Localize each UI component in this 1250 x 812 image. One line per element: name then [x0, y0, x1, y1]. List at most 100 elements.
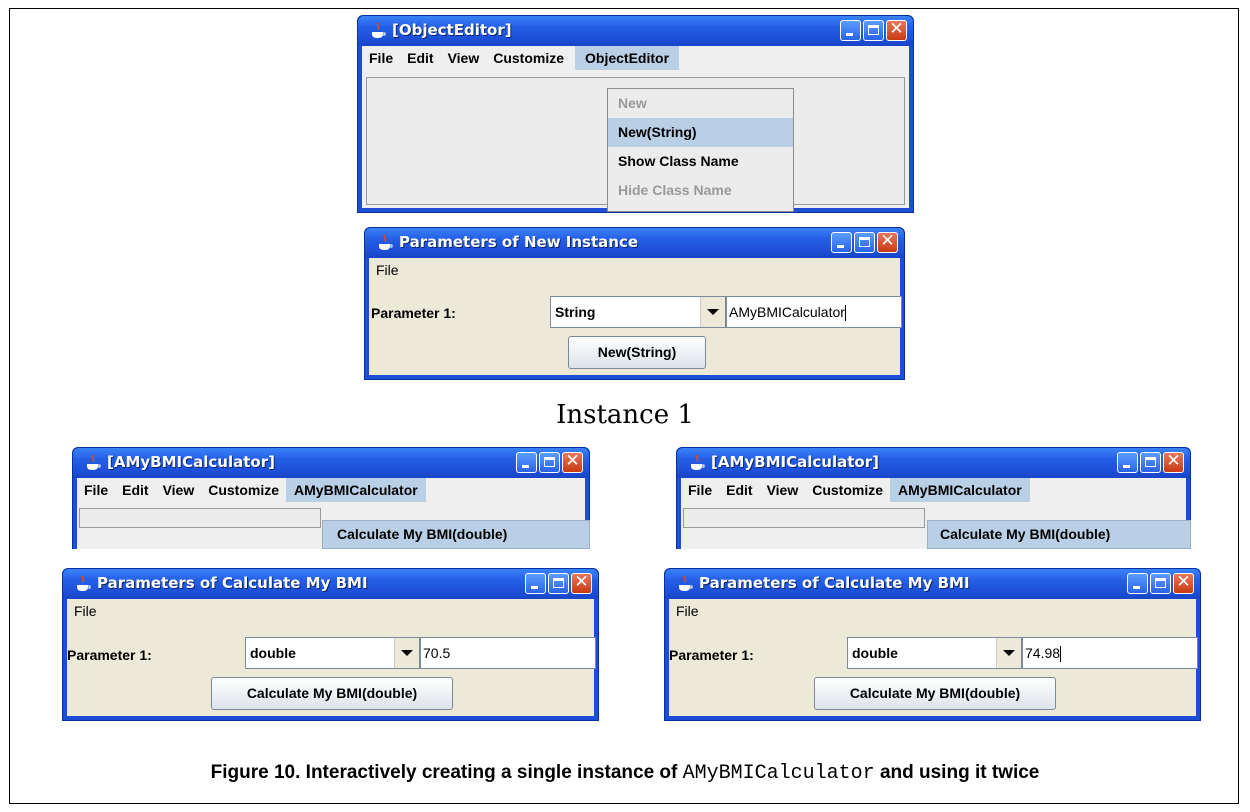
calculate-bmi-button[interactable]: Calculate My BMI(double) [814, 677, 1056, 710]
title-bar[interactable]: Parameters of Calculate My BMI ✕ [665, 569, 1200, 599]
title-bar[interactable]: [ObjectEditor] ✕ [358, 16, 913, 46]
parameter-input[interactable]: 70.5 [420, 637, 596, 669]
menu-bar: File Edit View Customize AMyBMICalculato… [681, 478, 1186, 502]
menu-view[interactable]: View [156, 478, 202, 502]
parameter-input-value: 70.5 [423, 645, 451, 661]
menu-file[interactable]: File [369, 258, 406, 282]
minimize-icon[interactable] [1117, 452, 1138, 473]
parameter-input[interactable]: 74.98 [1022, 637, 1198, 669]
window-title: Parameters of New Instance [399, 233, 639, 251]
title-bar[interactable]: [AMyBMICalculator] ✕ [73, 448, 589, 478]
calculate-bmi-button[interactable]: Calculate My BMI(double) [211, 677, 453, 710]
menu-bar: File Edit View Customize ObjectEditor [362, 46, 909, 70]
maximize-icon[interactable] [539, 452, 560, 473]
menu-file[interactable]: File [681, 478, 719, 502]
amybmicalculator-dropdown: Calculate My BMI(double) [927, 520, 1191, 549]
figure-caption-prefix: Figure 10. Interactively creating a sing… [210, 762, 683, 783]
menu-file[interactable]: File [67, 599, 104, 623]
window-title: Parameters of Calculate My BMI [97, 574, 368, 592]
close-icon[interactable]: ✕ [877, 231, 898, 253]
maximize-icon[interactable] [548, 573, 569, 594]
java-cup-icon [372, 22, 386, 38]
content-panel [79, 508, 321, 528]
title-bar[interactable]: [AMyBMICalculator] ✕ [677, 448, 1190, 478]
menu-file[interactable]: File [669, 599, 706, 623]
java-cup-icon [679, 575, 693, 591]
dropdown-arrow-icon[interactable] [700, 297, 725, 327]
menu-amybmicalculator[interactable]: AMyBMICalculator [286, 478, 426, 502]
menu-bar: File [67, 599, 594, 623]
type-combobox[interactable]: double [847, 637, 1022, 669]
maximize-icon[interactable] [854, 232, 875, 253]
menu-item-new[interactable]: New [608, 89, 793, 118]
dropdown-arrow-icon[interactable] [394, 638, 419, 668]
java-cup-icon [87, 454, 101, 470]
content-panel [683, 508, 925, 528]
close-icon[interactable]: ✕ [1173, 572, 1194, 594]
title-bar[interactable]: Parameters of Calculate My BMI ✕ [63, 569, 598, 599]
menu-file[interactable]: File [362, 46, 400, 70]
menu-item-calculate-my-bmi[interactable]: Calculate My BMI(double) [928, 521, 1190, 548]
type-combobox[interactable]: double [245, 637, 420, 669]
menu-view[interactable]: View [760, 478, 806, 502]
maximize-icon[interactable] [1140, 452, 1161, 473]
type-value: String [555, 304, 596, 320]
figure-caption-suffix: and using it twice [874, 762, 1040, 783]
minimize-icon[interactable] [831, 232, 852, 253]
instance-label: Instance 1 [556, 400, 694, 430]
java-cup-icon [77, 575, 91, 591]
close-icon[interactable]: ✕ [571, 572, 592, 594]
java-cup-icon [691, 454, 705, 470]
new-instance-window: Parameters of New Instance ✕ File Parame… [364, 227, 905, 380]
window-title: [AMyBMICalculator] [107, 453, 275, 471]
minimize-icon[interactable] [840, 20, 861, 41]
menu-edit[interactable]: Edit [400, 46, 440, 70]
java-cup-icon [379, 234, 393, 250]
maximize-icon[interactable] [1150, 573, 1171, 594]
maximize-icon[interactable] [863, 20, 884, 41]
object-editor-window: [ObjectEditor] ✕ File Edit View Customiz… [357, 15, 914, 213]
bmi-calculator-window-left: [AMyBMICalculator] ✕ File Edit View Cust… [72, 447, 590, 549]
dropdown-arrow-icon[interactable] [996, 638, 1021, 668]
menu-objecteditor[interactable]: ObjectEditor [575, 46, 680, 70]
window-title: Parameters of Calculate My BMI [699, 574, 970, 592]
title-bar[interactable]: Parameters of New Instance ✕ [365, 228, 904, 258]
parameter-label: Parameter 1: [669, 647, 754, 663]
close-icon[interactable]: ✕ [886, 19, 907, 41]
menu-item-hide-class-name[interactable]: Hide Class Name [608, 176, 793, 205]
menu-customize[interactable]: Customize [486, 46, 571, 70]
amybmicalculator-dropdown: Calculate My BMI(double) [322, 520, 590, 549]
parameter-input-value: 74.98 [1025, 645, 1061, 661]
menu-bar: File [669, 599, 1196, 623]
menu-item-new-string[interactable]: New(String) [608, 118, 793, 147]
menu-file[interactable]: File [77, 478, 115, 502]
type-combobox[interactable]: String [550, 296, 726, 328]
window-title: [AMyBMICalculator] [711, 453, 879, 471]
menu-item-calculate-my-bmi[interactable]: Calculate My BMI(double) [323, 521, 589, 548]
calculate-bmi-params-window-left: Parameters of Calculate My BMI ✕ File Pa… [62, 568, 599, 721]
parameter-label: Parameter 1: [371, 305, 456, 321]
window-title: [ObjectEditor] [392, 21, 512, 39]
type-value: double [852, 645, 898, 661]
menu-amybmicalculator[interactable]: AMyBMICalculator [890, 478, 1030, 502]
new-string-button[interactable]: New(String) [568, 336, 706, 369]
menu-view[interactable]: View [441, 46, 487, 70]
close-icon[interactable]: ✕ [562, 451, 583, 473]
minimize-icon[interactable] [516, 452, 537, 473]
bmi-calculator-window-right: [AMyBMICalculator] ✕ File Edit View Cust… [676, 447, 1191, 549]
menu-edit[interactable]: Edit [719, 478, 759, 502]
figure-caption: Figure 10. Interactively creating a sing… [0, 762, 1250, 785]
menu-bar: File Edit View Customize AMyBMICalculato… [77, 478, 585, 502]
parameter-input[interactable]: AMyBMICalculator [726, 296, 902, 328]
minimize-icon[interactable] [1127, 573, 1148, 594]
figure-caption-code: AMyBMICalculator [682, 762, 875, 785]
menu-edit[interactable]: Edit [115, 478, 155, 502]
menu-item-show-class-name[interactable]: Show Class Name [608, 147, 793, 176]
objecteditor-dropdown: New New(String) Show Class Name Hide Cla… [607, 88, 794, 212]
menu-bar: File [369, 258, 900, 282]
close-icon[interactable]: ✕ [1163, 451, 1184, 473]
menu-customize[interactable]: Customize [201, 478, 286, 502]
parameter-input-value: AMyBMICalculator [729, 304, 845, 320]
minimize-icon[interactable] [525, 573, 546, 594]
menu-customize[interactable]: Customize [805, 478, 890, 502]
